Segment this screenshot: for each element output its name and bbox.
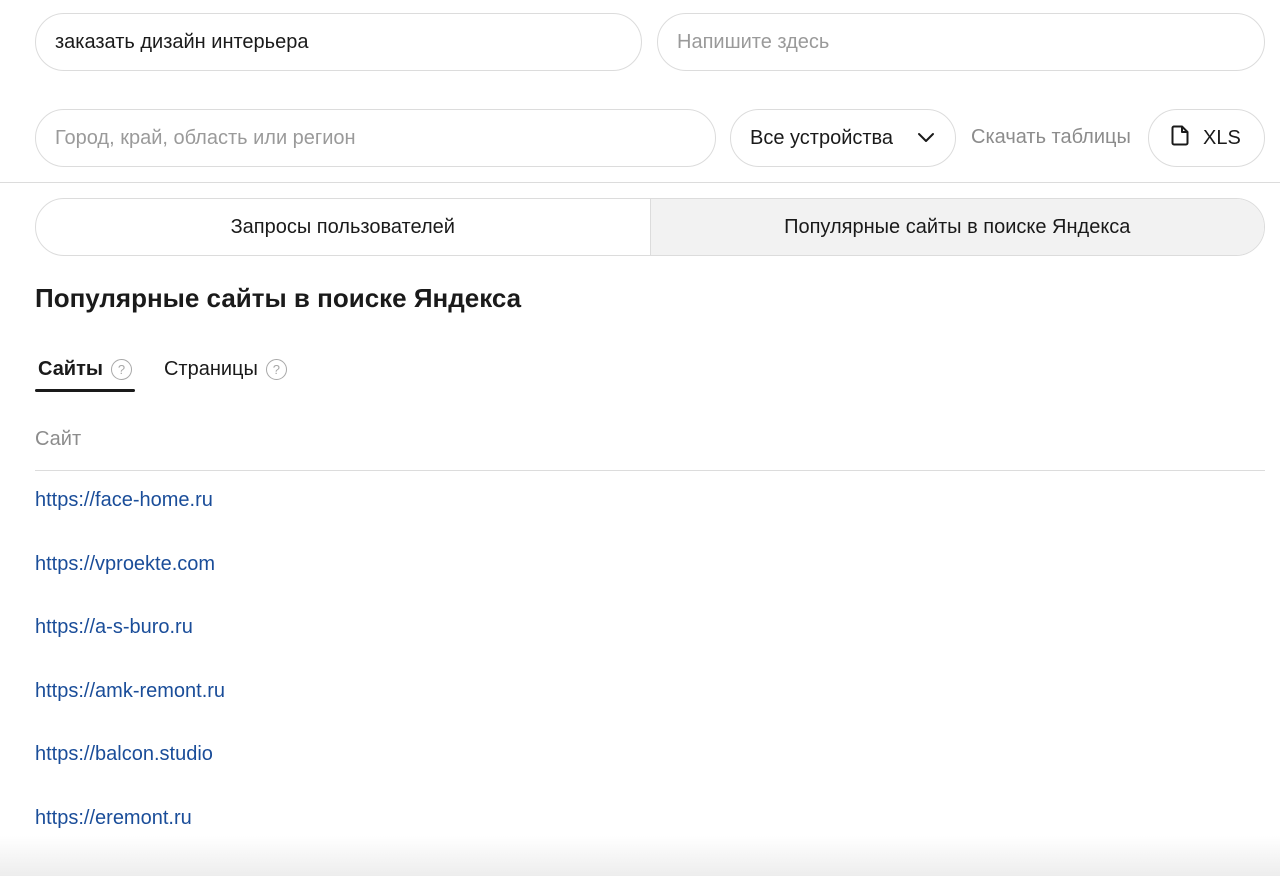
help-icon[interactable]: ?: [265, 358, 287, 380]
tab-popular-sites-label: Популярные сайты в поиске Яндекса: [784, 215, 1131, 238]
region-input[interactable]: [55, 126, 696, 150]
table-row: https://balcon.studio: [35, 743, 225, 807]
subtab-pages[interactable]: Страницы ?: [161, 346, 290, 392]
mode-switch: Запросы пользователей Популярные сайты в…: [35, 198, 1265, 256]
chevron-down-icon: [917, 127, 935, 150]
subtab-sites-label: Сайты: [38, 357, 103, 380]
extra-phrase-input[interactable]: [677, 30, 1245, 54]
subtabs: Сайты ? Страницы ?: [35, 346, 290, 392]
table-divider: [35, 470, 1265, 471]
top-divider: [0, 182, 1280, 183]
table-row: https://face-home.ru: [35, 489, 225, 553]
subtab-pages-label: Страницы: [163, 357, 258, 380]
subtab-sites[interactable]: Сайты ?: [35, 346, 135, 392]
table-row: https://a-s-buro.ru: [35, 616, 225, 680]
file-icon: [1171, 125, 1189, 152]
xls-label: XLS: [1203, 126, 1241, 149]
tab-user-queries-label: Запросы пользователей: [230, 215, 455, 238]
site-list: https://face-home.ru https://vproekte.co…: [35, 489, 225, 871]
tab-popular-sites[interactable]: Популярные сайты в поиске Яндекса: [649, 199, 1264, 255]
query-input[interactable]: [55, 30, 622, 54]
site-link[interactable]: https://vproekte.com: [35, 553, 215, 576]
download-xls-button[interactable]: XLS: [1148, 109, 1265, 167]
site-link[interactable]: https://balcon.studio: [35, 743, 213, 766]
site-link[interactable]: https://eremont.ru: [35, 807, 192, 830]
download-tables-label: Скачать таблицы: [971, 126, 1131, 148]
query-input-wrapper[interactable]: [35, 13, 642, 71]
region-input-wrapper[interactable]: [35, 109, 716, 167]
table-row: https://vproekte.com: [35, 553, 225, 617]
help-icon[interactable]: ?: [110, 358, 132, 380]
extra-phrase-input-wrapper[interactable]: [657, 13, 1265, 71]
section-title: Популярные сайты в поиске Яндекса: [35, 283, 522, 313]
bottom-fade: [0, 836, 1280, 876]
column-header-site: Сайт: [35, 428, 82, 450]
device-select-value: Все устройства: [750, 126, 894, 149]
site-link[interactable]: https://a-s-buro.ru: [35, 616, 193, 639]
site-link[interactable]: https://face-home.ru: [35, 489, 213, 512]
device-select[interactable]: Все устройства: [730, 109, 956, 167]
site-link[interactable]: https://amk-remont.ru: [35, 680, 225, 703]
tab-user-queries[interactable]: Запросы пользователей: [36, 199, 650, 255]
table-row: https://amk-remont.ru: [35, 680, 225, 744]
